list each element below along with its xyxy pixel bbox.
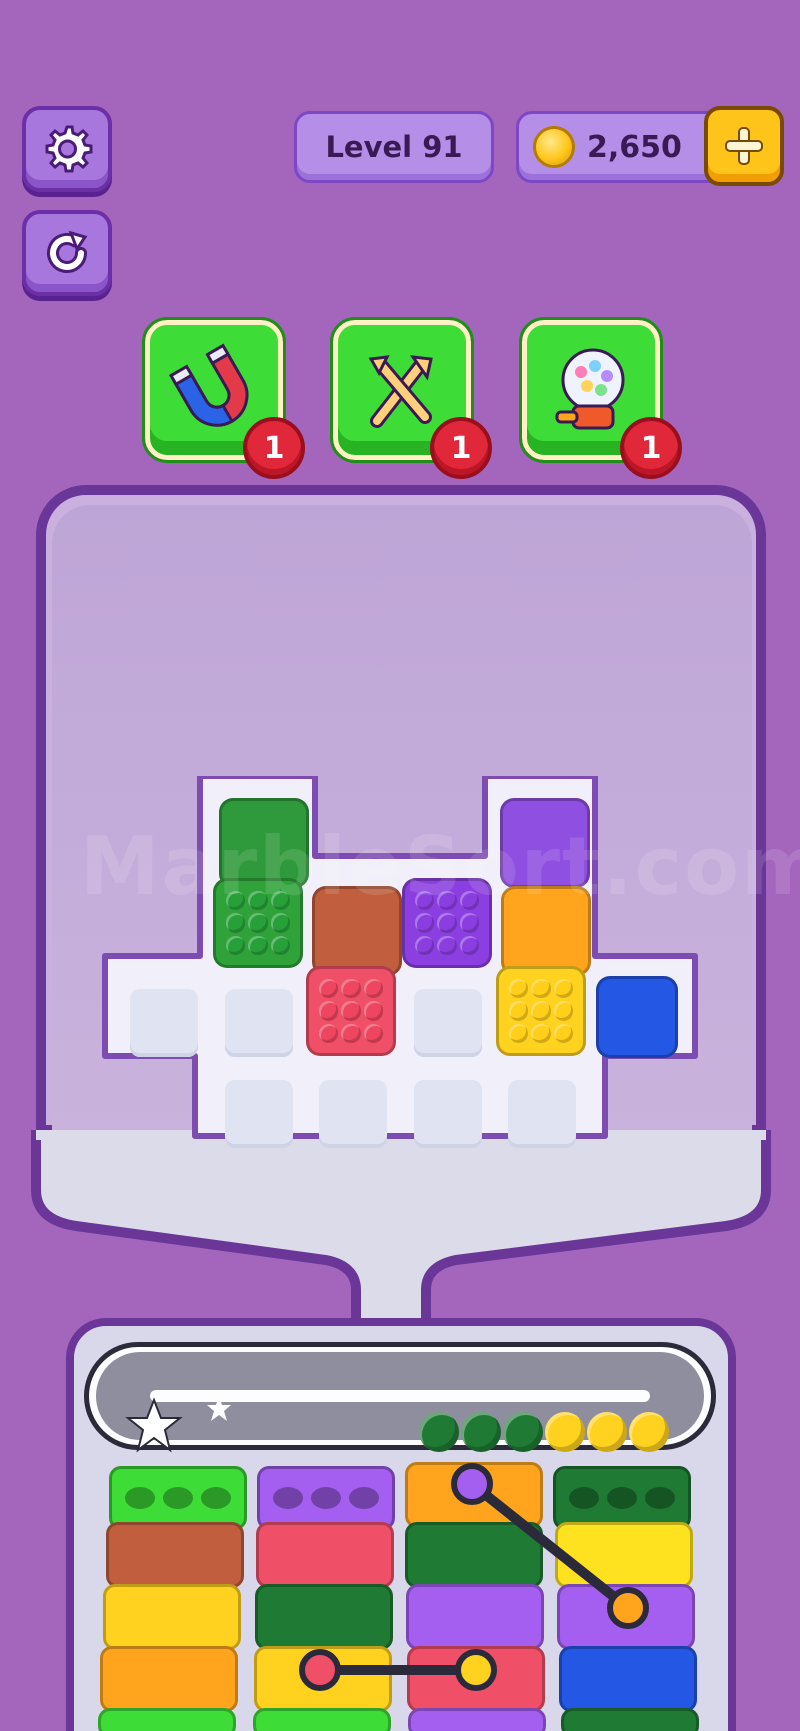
watermark: MarbleSort.com	[80, 820, 800, 913]
level-indicator: Level 91	[294, 111, 494, 183]
coin-icon	[533, 126, 575, 168]
ball	[461, 1412, 501, 1452]
magnet-count-badge: 1	[243, 417, 305, 479]
connector-link	[299, 1649, 497, 1691]
ball	[419, 1412, 459, 1452]
brown-layer	[106, 1522, 244, 1588]
plus-icon	[725, 127, 763, 165]
purple-stack-top[interactable]	[257, 1466, 395, 1530]
green-layer	[98, 1708, 236, 1731]
dark-green-layer	[561, 1708, 699, 1731]
funnel	[31, 1130, 771, 1330]
empty-slot[interactable]	[414, 989, 482, 1057]
level-label: Level 91	[325, 130, 463, 164]
gumball-machine-icon	[555, 348, 625, 430]
shuffle-arrows-icon	[368, 355, 433, 428]
blue-block[interactable]	[596, 976, 678, 1058]
settings-button[interactable]	[22, 106, 112, 192]
ball	[545, 1412, 585, 1452]
ball	[503, 1412, 543, 1452]
gumball-count-badge: 1	[620, 417, 682, 479]
ball	[587, 1412, 627, 1452]
green-stack-top[interactable]	[109, 1466, 247, 1530]
magnet-count: 1	[263, 430, 285, 466]
restart-icon	[47, 230, 88, 273]
magnet-icon	[168, 343, 249, 427]
empty-slot[interactable]	[414, 1080, 482, 1148]
empty-slot[interactable]	[225, 989, 293, 1057]
add-coins-button[interactable]	[704, 106, 784, 186]
empty-slot[interactable]	[130, 989, 198, 1057]
yellow-layer	[103, 1584, 241, 1650]
red-layer	[256, 1522, 394, 1588]
ball	[629, 1412, 669, 1452]
yellow-bubble-block[interactable]	[496, 966, 586, 1056]
star-icon	[207, 1396, 231, 1421]
empty-slot[interactable]	[319, 1080, 387, 1148]
coin-amount: 2,650	[587, 129, 682, 165]
purple-layer	[408, 1708, 546, 1731]
blue-layer	[559, 1646, 697, 1712]
red-bubble-block[interactable]	[306, 966, 396, 1056]
coin-counter: 2,650	[516, 111, 716, 183]
restart-button[interactable]	[22, 210, 112, 296]
empty-slot[interactable]	[225, 1080, 293, 1148]
empty-slot[interactable]	[508, 1080, 576, 1148]
shuffle-count: 1	[450, 430, 472, 466]
star-icon	[125, 1397, 183, 1453]
orange-layer	[100, 1646, 238, 1712]
green-layer	[253, 1708, 391, 1731]
gear-icon	[45, 125, 93, 173]
shuffle-count-badge: 1	[430, 417, 492, 479]
gumball-count: 1	[640, 430, 662, 466]
connector-link	[451, 1463, 649, 1629]
